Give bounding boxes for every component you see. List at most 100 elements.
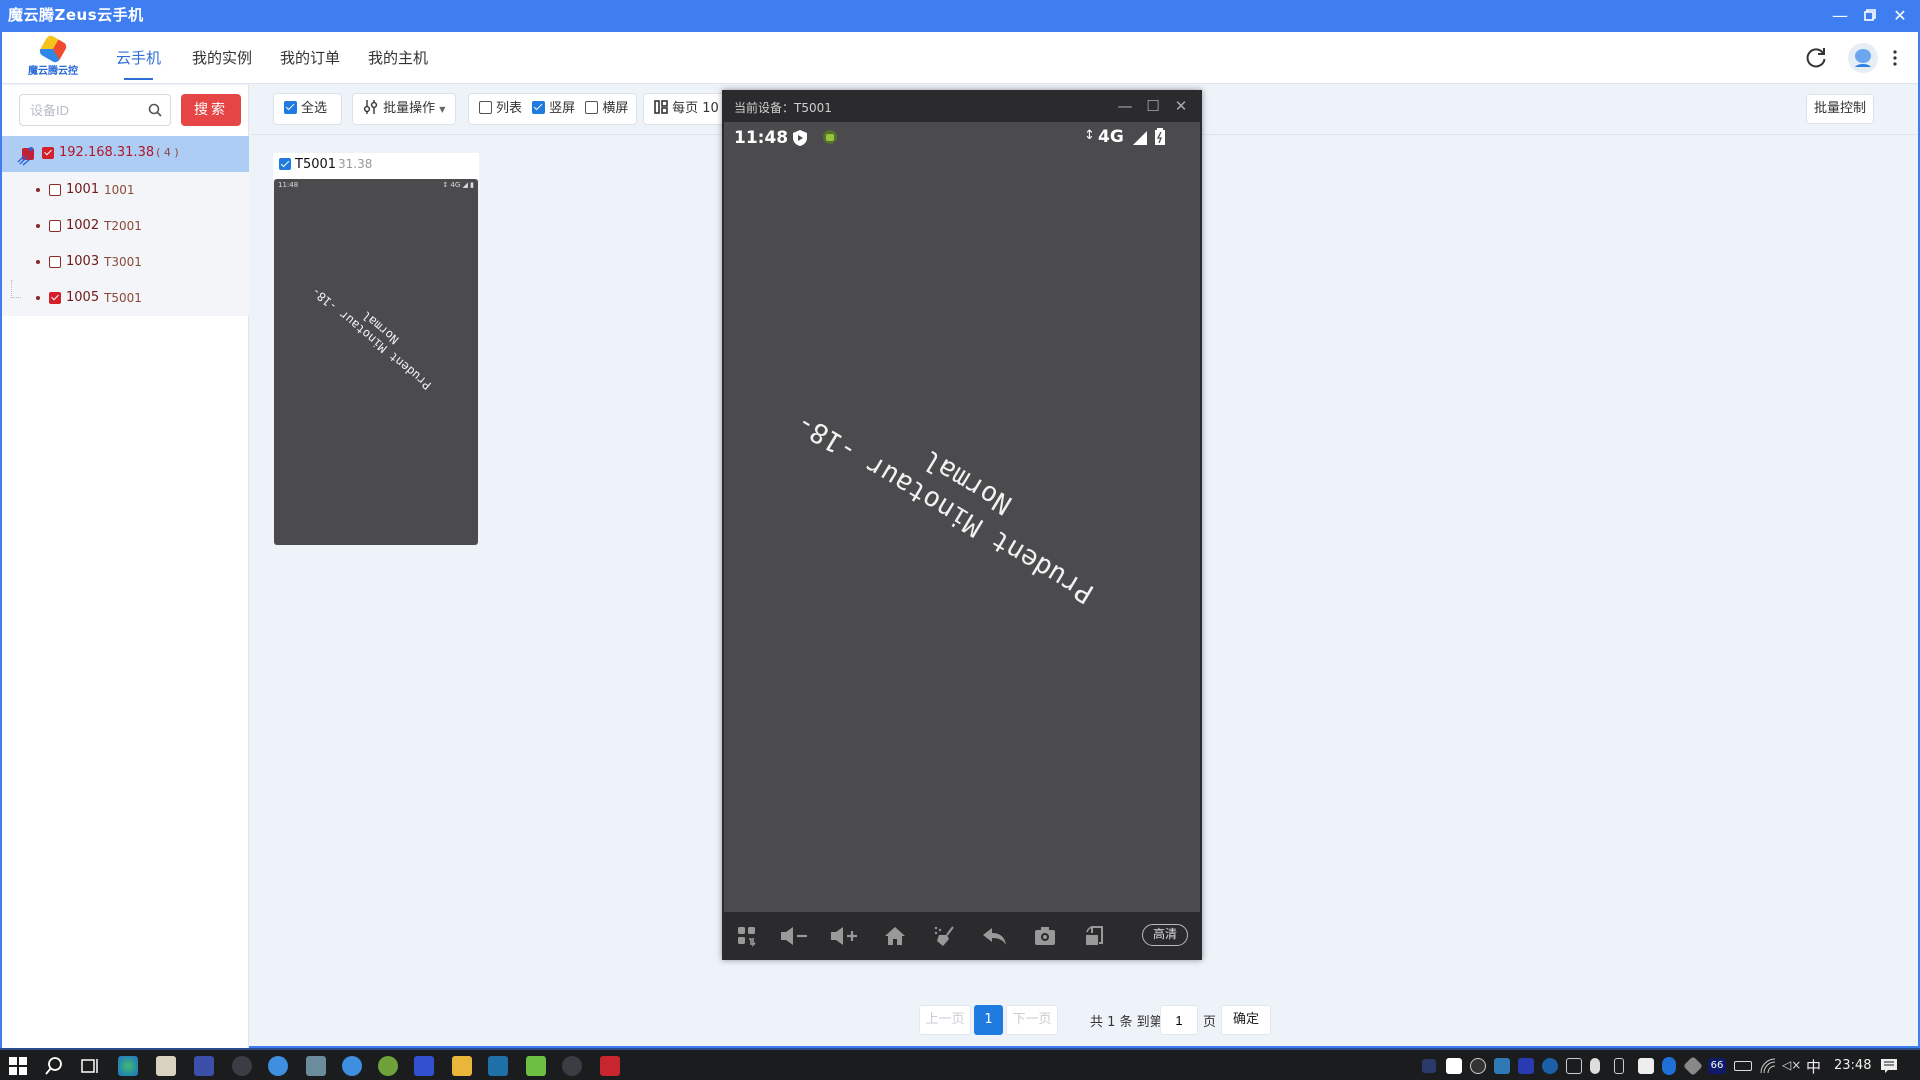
usb-icon[interactable] [1614,1058,1624,1074]
refresh-button[interactable] [1802,44,1830,72]
security-icon[interactable] [1638,1058,1654,1074]
next-page-button[interactable]: 下一页 [1006,1005,1058,1035]
device-card[interactable]: T5001 31.38 11:48 ↕ 4G ◢ ▮ Prudent Minota… [273,153,479,545]
clean-button[interactable] [928,922,962,950]
avatar-icon [1848,43,1878,73]
wifi-icon[interactable] [1760,1058,1776,1074]
quality-hd-button[interactable]: 高清 [1142,924,1188,946]
app-icon-files[interactable] [306,1056,326,1076]
volume-down-button[interactable] [778,922,812,950]
search-icon [148,103,162,117]
battery-icon[interactable] [1734,1061,1752,1071]
list-view-checkbox[interactable] [479,101,492,114]
nav-tab-my-orders[interactable]: 我的订单 [280,32,340,84]
home-button[interactable] [878,922,912,950]
nav-tab-my-instances[interactable]: 我的实例 [192,32,252,84]
obs-app-icon[interactable] [562,1056,582,1076]
device-id-search[interactable] [19,94,171,126]
ime-indicator[interactable]: 中 [1806,1056,1821,1077]
prev-page-button[interactable]: 上一页 [919,1005,971,1035]
apps-icon [738,927,756,947]
device-thumbnail[interactable]: 11:48 ↕ 4G ◢ ▮ Prudent Minotaur -18- Nor… [274,179,478,545]
sliders-icon [363,100,378,114]
app-icon-electron[interactable] [232,1056,252,1076]
per-page-selector[interactable]: 每页 10 [643,93,733,125]
tray-icon-5[interactable] [1518,1058,1534,1074]
android-studio-app-icon[interactable] [378,1056,398,1076]
landscape-checkbox[interactable] [585,101,599,114]
host-node[interactable]: 192.168.31.38( 4 ) [2,136,249,172]
screenshot-button[interactable] [1028,922,1062,950]
notifications-button[interactable] [1880,1058,1898,1074]
nav-tab-my-hosts[interactable]: 我的主机 [368,32,428,84]
tray-icon-2[interactable] [1446,1058,1462,1074]
volume-up-button[interactable] [828,922,862,950]
file-explorer-app-icon[interactable] [452,1056,472,1076]
page-1-button[interactable]: 1 [974,1005,1003,1035]
app-icon-browser-1[interactable] [268,1056,288,1076]
app-icon-remote[interactable] [488,1056,508,1076]
app-icon-tools[interactable] [156,1056,176,1076]
device-checkbox[interactable] [49,256,61,268]
view-mode-group: 列表 竖屏 横屏 [468,93,637,125]
device-checkbox[interactable] [49,292,61,304]
device-checkbox[interactable] [49,220,61,232]
select-all-checkbox[interactable] [284,101,297,114]
window-title: 魔云腾Zeus云手机 [8,6,144,24]
rotate-screen-button[interactable] [1078,922,1112,950]
more-menu-button[interactable] [1888,44,1902,72]
device-id-input[interactable] [20,95,140,125]
batch-control-button[interactable]: 批量控制 [1806,94,1874,124]
minimize-button[interactable]: — [1826,2,1854,30]
nav-tab-cloud-phone[interactable]: 云手机 [114,32,163,84]
start-button[interactable] [8,1056,28,1076]
phone-status-bar: 11:48 ↕ 4G [724,122,1200,152]
tray-badge[interactable]: 66 [1708,1058,1726,1074]
volume-muted-icon[interactable]: ◁× [1782,1058,1801,1074]
device-item-1001[interactable]: 1001 1001 [2,172,249,208]
device-card-checkbox[interactable] [279,158,291,170]
device-window-minimize[interactable]: — [1112,94,1138,118]
search-button[interactable]: 搜索 [181,94,241,126]
app-icon-notepad[interactable] [526,1056,546,1076]
edge-app-icon[interactable] [118,1056,138,1076]
app-icon-browser-2[interactable] [342,1056,362,1076]
close-button[interactable]: ✕ [1886,2,1914,30]
app-icon-settings[interactable] [414,1056,434,1076]
restore-button[interactable] [1856,2,1884,30]
device-window-maximize[interactable]: ☐ [1140,94,1166,118]
confirm-goto-button[interactable]: 确定 [1221,1005,1271,1035]
select-all-button[interactable]: 全选 [273,93,342,125]
device-item-1003[interactable]: 1003 T3001 [2,244,249,280]
tray-icon-1[interactable] [1422,1059,1436,1073]
avatar[interactable] [1847,42,1879,74]
device-checkbox[interactable] [49,184,61,196]
device-screen[interactable]: 11:48 ↕ 4G Prudent Minotaur -18- Normal [724,122,1200,912]
tray-icon-4[interactable] [1494,1058,1510,1074]
tray-icon-7[interactable] [1566,1058,1582,1074]
refresh-icon [1806,48,1826,68]
portrait-checkbox[interactable] [532,101,546,114]
bluetooth-icon[interactable] [1662,1057,1676,1075]
tray-diamond-icon[interactable] [1683,1056,1703,1076]
tray-icon-6[interactable] [1542,1058,1558,1074]
search-taskbar-button[interactable] [44,1056,64,1076]
device-item-1002[interactable]: 1002 T2001 [2,208,249,244]
app-icon-network[interactable] [194,1056,214,1076]
taskbar-clock[interactable]: 23:48 [1834,1058,1871,1073]
back-button[interactable] [978,922,1012,950]
apps-button[interactable] [730,922,764,950]
goto-page-input[interactable] [1160,1005,1198,1035]
microphone-icon[interactable] [1590,1058,1600,1074]
host-checkbox[interactable] [42,147,54,159]
device-card-ip: 31.38 [338,157,373,171]
tray-obs-icon[interactable] [1470,1058,1486,1074]
batch-operations-dropdown[interactable]: 批量操作 ▼ [352,93,456,125]
thumbnail-status-bar: 11:48 ↕ 4G ◢ ▮ [278,181,474,191]
device-window-titlebar[interactable]: 当前设备：T5001 — ☐ ✕ [722,90,1202,122]
device-item-1005[interactable]: 1005 T5001 [2,280,249,316]
zeus-app-icon[interactable] [600,1056,620,1076]
task-view-button[interactable] [80,1056,100,1076]
device-window-close[interactable]: ✕ [1168,94,1194,118]
volume-down-icon [781,927,807,945]
